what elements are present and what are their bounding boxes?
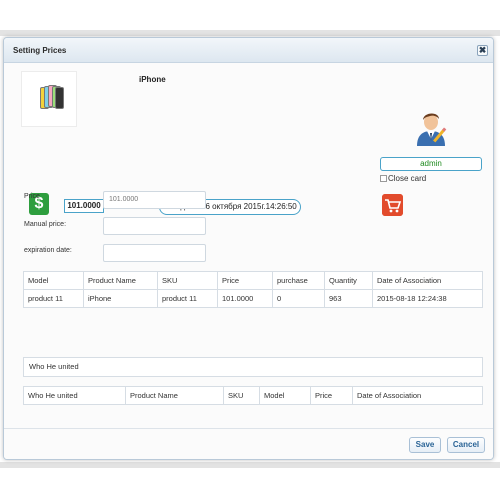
column-header: Price [310, 386, 353, 405]
united-products-table: Who He united Product Name SKU Model Pri… [23, 386, 483, 405]
setting-prices-dialog: Setting Prices ✖ iPhone admin Close card… [3, 37, 494, 460]
manual-price-input[interactable] [103, 217, 206, 235]
dialog-titlebar[interactable]: Setting Prices ✖ [4, 38, 493, 63]
close-card-checkbox[interactable]: Close card [380, 174, 426, 183]
column-header: SKU [157, 271, 218, 290]
product-image [21, 71, 77, 127]
column-header: Date of Association [352, 386, 483, 405]
table-header-row: Who He united Product Name SKU Model Pri… [23, 386, 483, 405]
save-button[interactable]: Save [409, 437, 441, 453]
column-header: Date of Association [372, 271, 483, 290]
column-header: Who He united [23, 386, 126, 405]
expiration-date-input[interactable] [103, 244, 206, 262]
column-header: Model [259, 386, 311, 405]
table-header-row: Model Product Name SKU Price purchase Qu… [23, 271, 483, 290]
column-header: SKU [223, 386, 260, 405]
column-header: Quantity [324, 271, 373, 290]
cell-product-name: iPhone [83, 289, 158, 308]
cell-date-of-association: 2015-08-18 12:24:38 [372, 289, 483, 308]
column-header: Product Name [83, 271, 158, 290]
column-header: Price [217, 271, 273, 290]
table-row[interactable]: product 11 iPhone product 11 101.0000 0 … [23, 289, 483, 308]
cell-sku: product 11 [157, 289, 218, 308]
close-icon[interactable]: ✖ [477, 45, 488, 56]
column-header: Product Name [125, 386, 224, 405]
dialog-title: Setting Prices [13, 46, 67, 55]
username-field[interactable]: admin [380, 157, 482, 171]
backdrop-stripe [0, 462, 500, 468]
backdrop-stripe [0, 30, 500, 36]
cancel-button[interactable]: Cancel [447, 437, 485, 453]
cell-quantity: 963 [324, 289, 373, 308]
cart-icon[interactable] [382, 194, 403, 216]
column-header: purchase [272, 271, 325, 290]
product-name: iPhone [139, 75, 166, 84]
who-he-united-panel: Who He united [23, 357, 483, 377]
manual-price-label: Manual price: [24, 221, 67, 228]
price-input[interactable]: 101.0000 [103, 191, 206, 209]
price-label: Price [24, 193, 40, 200]
dialog-footer: Save Cancel [4, 428, 493, 459]
cell-price: 101.0000 [217, 289, 273, 308]
column-header: Model [23, 271, 84, 290]
product-association-table: Model Product Name SKU Price purchase Qu… [23, 271, 483, 308]
checkbox-icon[interactable] [380, 175, 387, 182]
current-price-display: 101.0000 [64, 199, 104, 213]
cell-model: product 11 [23, 289, 84, 308]
close-card-label: Close card [388, 174, 427, 183]
expiration-date-label: expiration date: [24, 247, 72, 254]
cell-purchase: 0 [272, 289, 325, 308]
user-avatar-icon [417, 113, 447, 146]
